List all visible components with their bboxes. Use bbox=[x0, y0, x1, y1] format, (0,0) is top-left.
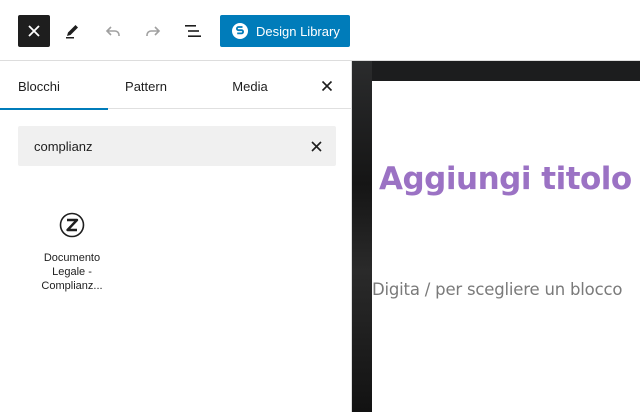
tab-media-label: Media bbox=[232, 79, 268, 94]
block-inserter-panel: Blocchi Pattern Media Documento Legale -… bbox=[0, 61, 352, 412]
post-page: Aggiungi titolo Digita / per scegliere u… bbox=[372, 81, 640, 412]
inserter-tabs: Blocchi Pattern Media bbox=[0, 61, 351, 110]
editor-toolbar: Design Library bbox=[0, 0, 640, 61]
search-input[interactable] bbox=[18, 126, 298, 166]
default-block-appender[interactable]: Digita / per scegliere un blocco bbox=[372, 280, 622, 299]
tab-patterns-label: Pattern bbox=[125, 79, 167, 94]
block-result-complianz[interactable]: Documento Legale - Complianz... bbox=[26, 211, 118, 293]
close-icon bbox=[310, 140, 322, 152]
tab-blocks-label: Blocchi bbox=[18, 79, 60, 94]
tab-media[interactable]: Media bbox=[212, 61, 288, 109]
design-library-button[interactable]: Design Library bbox=[220, 15, 350, 47]
complianz-logo-icon bbox=[59, 212, 85, 238]
clear-search-button[interactable] bbox=[306, 136, 326, 156]
block-search bbox=[18, 126, 336, 166]
list-view-icon bbox=[185, 25, 201, 37]
redo-icon bbox=[146, 26, 161, 36]
close-icon bbox=[321, 80, 333, 92]
block-result-title: Documento Legale - Complianz... bbox=[41, 252, 103, 292]
close-inserter-button[interactable] bbox=[18, 15, 50, 47]
tab-patterns[interactable]: Pattern bbox=[108, 61, 184, 109]
undo-button[interactable] bbox=[97, 15, 129, 47]
close-panel-button[interactable] bbox=[314, 73, 340, 99]
tools-button[interactable] bbox=[56, 15, 88, 47]
undo-icon bbox=[105, 26, 120, 36]
editor-canvas: Aggiungi titolo Digita / per scegliere u… bbox=[352, 61, 640, 412]
document-overview-button[interactable] bbox=[177, 15, 209, 47]
redo-button[interactable] bbox=[137, 15, 169, 47]
post-title[interactable]: Aggiungi titolo bbox=[379, 161, 632, 197]
pencil-icon bbox=[66, 25, 78, 39]
stackable-logo-icon bbox=[232, 23, 248, 39]
canvas-background bbox=[352, 61, 372, 412]
close-icon bbox=[28, 25, 40, 37]
tab-blocks[interactable]: Blocchi bbox=[0, 61, 108, 110]
design-library-label: Design Library bbox=[256, 23, 340, 39]
